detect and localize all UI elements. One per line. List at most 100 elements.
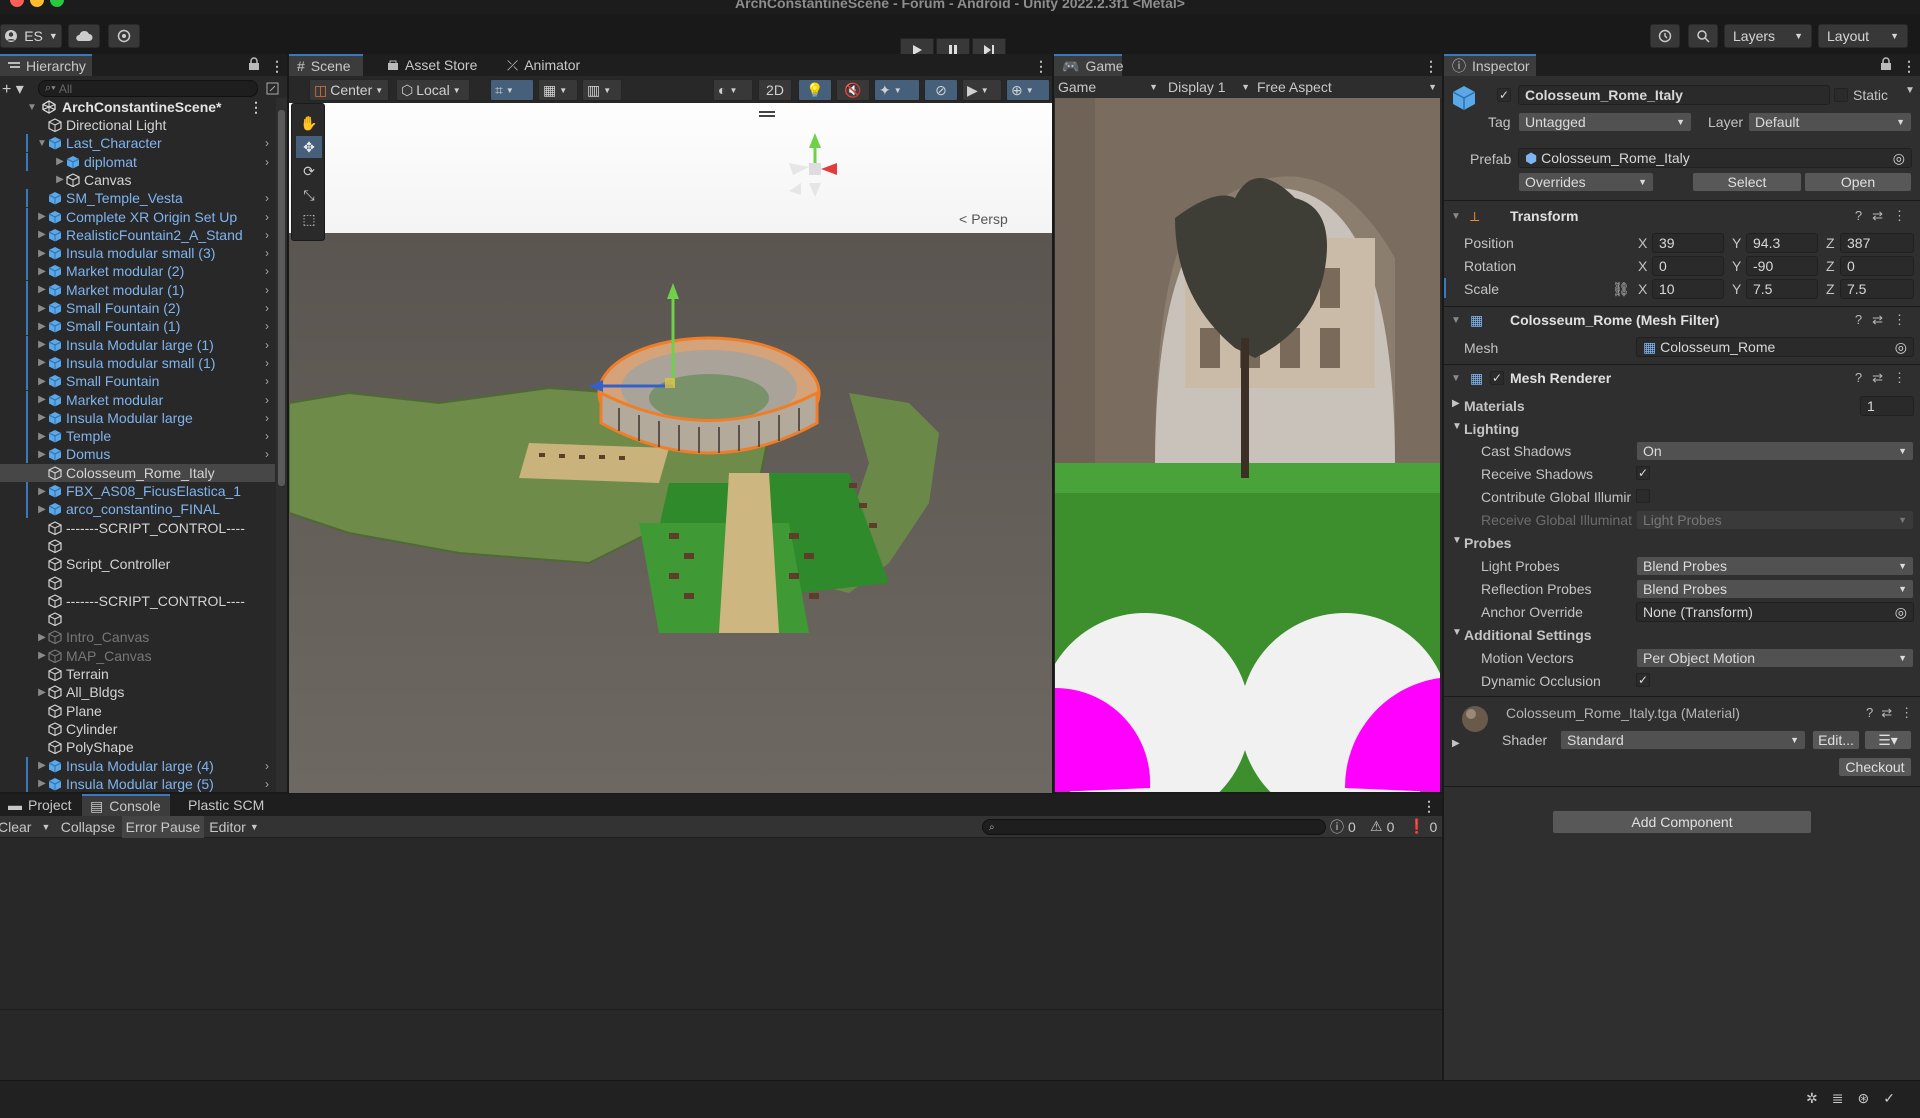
chevron-down-icon[interactable]: ▼: [1905, 85, 1915, 96]
chevron-right-icon[interactable]: ›: [265, 228, 269, 242]
hierarchy-item[interactable]: ▶ Market modular (2) ›: [0, 262, 275, 281]
tab-asset-store[interactable]: Asset Store: [379, 54, 485, 76]
mesh-field[interactable]: ▦ Colosseum_Rome ◎: [1636, 337, 1914, 357]
tab-console[interactable]: ▤ Console: [82, 794, 170, 816]
mesh-renderer-header[interactable]: ▼ ▦ ✓ Mesh Renderer ? ⇄ ⋮: [1444, 366, 1920, 390]
lock-icon[interactable]: [248, 57, 260, 71]
hierarchy-item[interactable]: ▶ FBX_AS08_FicusElastica_1: [0, 482, 275, 500]
preset-icon[interactable]: ⇄: [1872, 312, 1883, 328]
collapse-arrow-icon[interactable]: ▼: [1452, 421, 1462, 432]
rect-tool-icon[interactable]: ⬚: [296, 208, 322, 230]
expand-arrow-icon[interactable]: ▶: [36, 248, 48, 259]
rotation-y-field[interactable]: -90: [1746, 256, 1818, 276]
hierarchy-item[interactable]: ▼ Last_Character ›: [0, 134, 275, 153]
grid-snap-toggle[interactable]: ▦ ▼: [538, 79, 578, 101]
effects-dropdown[interactable]: ✦ ▼: [874, 79, 920, 101]
2d-toggle[interactable]: 2D: [758, 79, 792, 101]
hierarchy-item[interactable]: PolyShape: [0, 738, 275, 756]
hierarchy-item[interactable]: ▶ Market modular ›: [0, 390, 275, 409]
link-icon[interactable]: ⛓: [1612, 281, 1630, 298]
game-viewport[interactable]: [1055, 98, 1440, 792]
chevron-right-icon[interactable]: ›: [265, 759, 269, 773]
renderer-enabled-checkbox[interactable]: ✓: [1490, 371, 1504, 385]
hierarchy-item[interactable]: ▶ Insula Modular large ›: [0, 408, 275, 427]
cloud-button[interactable]: [68, 24, 100, 48]
hierarchy-item[interactable]: ▶ Insula Modular large (5) ›: [0, 774, 275, 792]
expand-arrow-icon[interactable]: ▶: [36, 284, 48, 295]
hierarchy-item[interactable]: -------SCRIPT_CONTROL----: [0, 519, 275, 537]
hierarchy-item[interactable]: SM_Temple_Vesta ›: [0, 189, 275, 208]
expand-arrow-icon[interactable]: ▶: [36, 376, 48, 387]
error-count[interactable]: ❗ 0: [1408, 816, 1437, 838]
expand-arrow-icon[interactable]: ▶: [36, 266, 48, 277]
motion-vectors-dropdown[interactable]: Per Object Motion ▼: [1636, 648, 1914, 668]
collapse-arrow-icon[interactable]: ▼: [1452, 627, 1462, 638]
tag-dropdown[interactable]: Untagged ▼: [1518, 112, 1692, 132]
rotation-z-field[interactable]: 0: [1840, 256, 1914, 276]
expand-arrow-icon[interactable]: ▶: [36, 687, 48, 698]
lighting-toggle[interactable]: 💡: [798, 79, 832, 101]
expand-arrow-icon[interactable]: ▶: [36, 778, 48, 789]
kebab-menu-icon[interactable]: ⋮: [1902, 58, 1916, 75]
expand-arrow-icon[interactable]: ▶: [1452, 738, 1460, 749]
chevron-right-icon[interactable]: ›: [265, 136, 269, 150]
active-checkbox[interactable]: ✓: [1497, 88, 1511, 102]
hierarchy-item[interactable]: ▶ Intro_Canvas: [0, 628, 275, 646]
hierarchy-item[interactable]: ▶ Small Fountain (1) ›: [0, 317, 275, 336]
hidden-objects-toggle[interactable]: ⊘: [924, 79, 958, 101]
expand-arrow-icon[interactable]: ▶: [36, 357, 48, 368]
help-icon[interactable]: ?: [1855, 208, 1862, 224]
expand-arrow-icon[interactable]: ▼: [36, 138, 48, 149]
open-button[interactable]: Open: [1804, 172, 1912, 192]
chevron-right-icon[interactable]: ›: [265, 210, 269, 224]
collapse-arrow-icon[interactable]: ▼: [1450, 315, 1462, 326]
help-icon[interactable]: ?: [1866, 705, 1873, 721]
check-circle-icon[interactable]: ✓: [1883, 1090, 1895, 1107]
target-icon[interactable]: ◎: [1893, 150, 1905, 167]
chevron-right-icon[interactable]: ›: [265, 447, 269, 461]
hierarchy-item[interactable]: ▶ All_Bldgs: [0, 683, 275, 701]
hierarchy-item[interactable]: ▶ Canvas: [0, 171, 275, 189]
chevron-right-icon[interactable]: ›: [265, 283, 269, 297]
move-tool-icon[interactable]: ✥: [296, 136, 322, 158]
pivot-dropdown[interactable]: ◫ Center ▼: [309, 79, 389, 101]
help-icon[interactable]: ?: [1855, 370, 1862, 386]
kebab-menu-icon[interactable]: ⋮: [1422, 798, 1436, 815]
overrides-dropdown[interactable]: Overrides ▼: [1518, 172, 1654, 192]
hierarchy-item[interactable]: Plane: [0, 702, 275, 720]
tab-animator[interactable]: ⤫ Animator: [499, 54, 588, 76]
console-search-input[interactable]: ⌕: [982, 819, 1326, 835]
hierarchy-item[interactable]: -------SCRIPT_CONTROL----: [0, 592, 275, 610]
target-icon[interactable]: ◎: [1895, 604, 1907, 621]
audio-toggle[interactable]: 🔇: [836, 79, 870, 101]
materials-count-field[interactable]: 1: [1860, 396, 1914, 416]
hierarchy-item[interactable]: Terrain: [0, 665, 275, 683]
hierarchy-item[interactable]: Directional Light: [0, 116, 275, 134]
object-name-field[interactable]: Colosseum_Rome_Italy: [1518, 85, 1830, 105]
kebab-menu-icon[interactable]: ⋮: [1034, 58, 1048, 75]
account-dropdown[interactable]: ES ▼: [0, 24, 62, 48]
history-button[interactable]: [1650, 24, 1680, 48]
layer-dropdown[interactable]: Default ▼: [1748, 112, 1912, 132]
hierarchy-item[interactable]: ▶ Market modular (1) ›: [0, 280, 275, 299]
tab-project[interactable]: ▬ Project: [0, 794, 80, 816]
expand-arrow-icon[interactable]: ▶: [36, 760, 48, 771]
expand-arrow-icon[interactable]: ▶: [36, 650, 48, 661]
hierarchy-options-icon[interactable]: [266, 82, 279, 95]
chevron-right-icon[interactable]: ›: [265, 191, 269, 205]
cast-shadows-dropdown[interactable]: On ▼: [1636, 441, 1914, 461]
hierarchy-item[interactable]: ▶ Temple ›: [0, 427, 275, 446]
hierarchy-item[interactable]: ▶ MAP_Canvas: [0, 647, 275, 665]
position-z-field[interactable]: 387: [1840, 233, 1914, 253]
expand-arrow-icon[interactable]: ▶: [54, 156, 66, 167]
hierarchy-item[interactable]: ▶ Insula modular small (3) ›: [0, 244, 275, 263]
layers-dropdown[interactable]: Layers ▼: [1724, 24, 1812, 48]
log-count[interactable]: ⓘ 0: [1330, 816, 1356, 838]
hierarchy-item[interactable]: ▶ Small Fountain ›: [0, 372, 275, 391]
mesh-filter-header[interactable]: ▼ ▦ Colosseum_Rome (Mesh Filter) ? ⇄ ⋮: [1444, 308, 1920, 332]
anchor-override-field[interactable]: None (Transform) ◎: [1636, 602, 1914, 622]
rotate-tool-icon[interactable]: ⟳: [296, 160, 322, 182]
tab-scene[interactable]: # Scene: [289, 54, 363, 76]
tab-hierarchy[interactable]: Hierarchy: [0, 54, 92, 76]
hierarchy-item[interactable]: ▶ Insula modular small (1) ›: [0, 353, 275, 372]
